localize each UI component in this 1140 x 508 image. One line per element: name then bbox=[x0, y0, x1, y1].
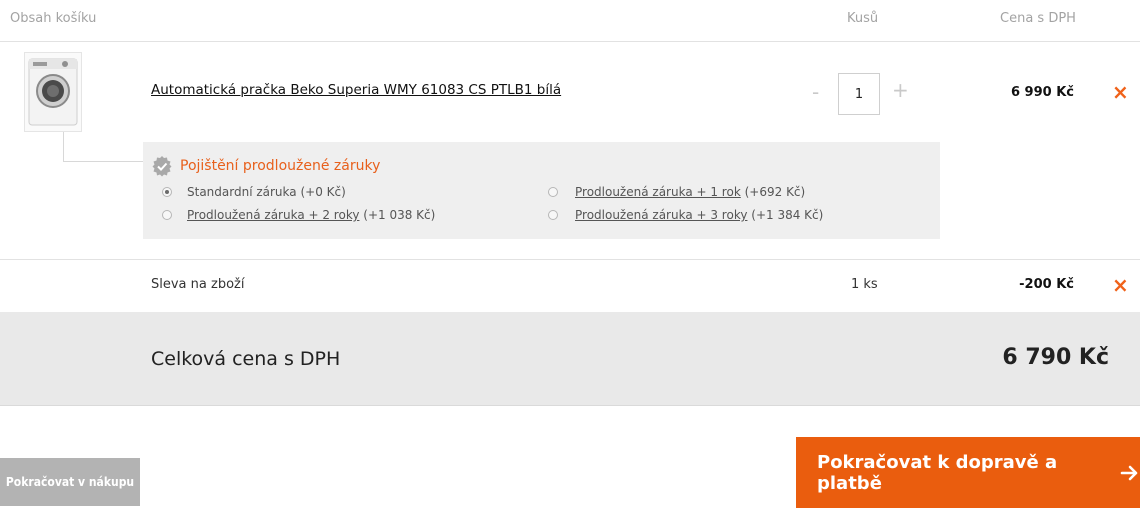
warranty-option-standard: Standardní záruka (+0 Kč) bbox=[187, 185, 346, 199]
quantity-decrease-button[interactable]: - bbox=[812, 80, 819, 104]
continue-to-shipping-label: Pokračovat k dopravě a platbě bbox=[817, 451, 1058, 494]
continue-to-shipping-button[interactable]: Pokračovat k dopravě a platbě bbox=[796, 437, 1140, 508]
continue-shopping-button[interactable]: Pokračovat v nákupu bbox=[0, 458, 140, 506]
total-label: Celková cena s DPH bbox=[151, 348, 341, 370]
discount-label: Sleva na zboží bbox=[151, 277, 245, 292]
warranty-option-price: (+1 038 Kč) bbox=[363, 208, 436, 222]
quantity-increase-button[interactable]: + bbox=[892, 78, 909, 102]
warranty-option-1-year: Prodloužená záruka + 1 rok (+692 Kč) bbox=[575, 185, 805, 199]
warranty-radio-standard[interactable] bbox=[162, 187, 172, 197]
discount-price: -200 Kč bbox=[1019, 277, 1074, 292]
cart-contents-header: Obsah košíku bbox=[10, 11, 97, 26]
warranty-option-link[interactable]: Prodloužená záruka + 2 roky bbox=[187, 208, 359, 222]
warranty-connector-horizontal bbox=[63, 161, 143, 162]
remove-discount-icon[interactable]: × bbox=[1112, 273, 1129, 297]
warranty-radio-1-year[interactable] bbox=[548, 187, 558, 197]
discount-quantity: 1 ks bbox=[851, 277, 878, 292]
arrow-right-icon bbox=[1120, 463, 1140, 483]
warranty-option-3-years: Prodloužená záruka + 3 roky (+1 384 Kč) bbox=[575, 208, 823, 222]
warranty-radio-2-years[interactable] bbox=[162, 210, 172, 220]
remove-product-icon[interactable]: × bbox=[1112, 80, 1129, 104]
total-price: 6 790 Kč bbox=[1002, 345, 1109, 370]
quantity-header: Kusů bbox=[847, 11, 879, 26]
product-price: 6 990 Kč bbox=[1010, 85, 1074, 100]
product-name-link[interactable]: Automatická pračka Beko Superia WMY 6108… bbox=[151, 82, 561, 98]
washing-machine-icon bbox=[28, 58, 78, 126]
warranty-option-link[interactable]: Prodloužená záruka + 1 rok bbox=[575, 185, 741, 199]
product-image[interactable] bbox=[24, 52, 82, 132]
warranty-radio-3-years[interactable] bbox=[548, 210, 558, 220]
header-divider bbox=[0, 41, 1140, 42]
warranty-title: Pojištění prodloužené záruky bbox=[180, 158, 381, 174]
shield-check-icon bbox=[151, 155, 173, 181]
warranty-option-price: (+0 Kč) bbox=[300, 185, 346, 199]
continue-shopping-label: Pokračovat v nákupu bbox=[5, 475, 135, 489]
warranty-connector bbox=[63, 132, 64, 161]
warranty-option-link[interactable]: Prodloužená záruka + 3 roky bbox=[575, 208, 747, 222]
price-header: Cena s DPH bbox=[1000, 11, 1076, 26]
warranty-option-2-years: Prodloužená záruka + 2 roky (+1 038 Kč) bbox=[187, 208, 435, 222]
discount-divider-top bbox=[0, 259, 1140, 260]
warranty-option-label: Standardní záruka bbox=[187, 185, 297, 199]
warranty-option-price: (+1 384 Kč) bbox=[751, 208, 824, 222]
quantity-input[interactable] bbox=[838, 73, 880, 115]
warranty-option-price: (+692 Kč) bbox=[744, 185, 806, 199]
